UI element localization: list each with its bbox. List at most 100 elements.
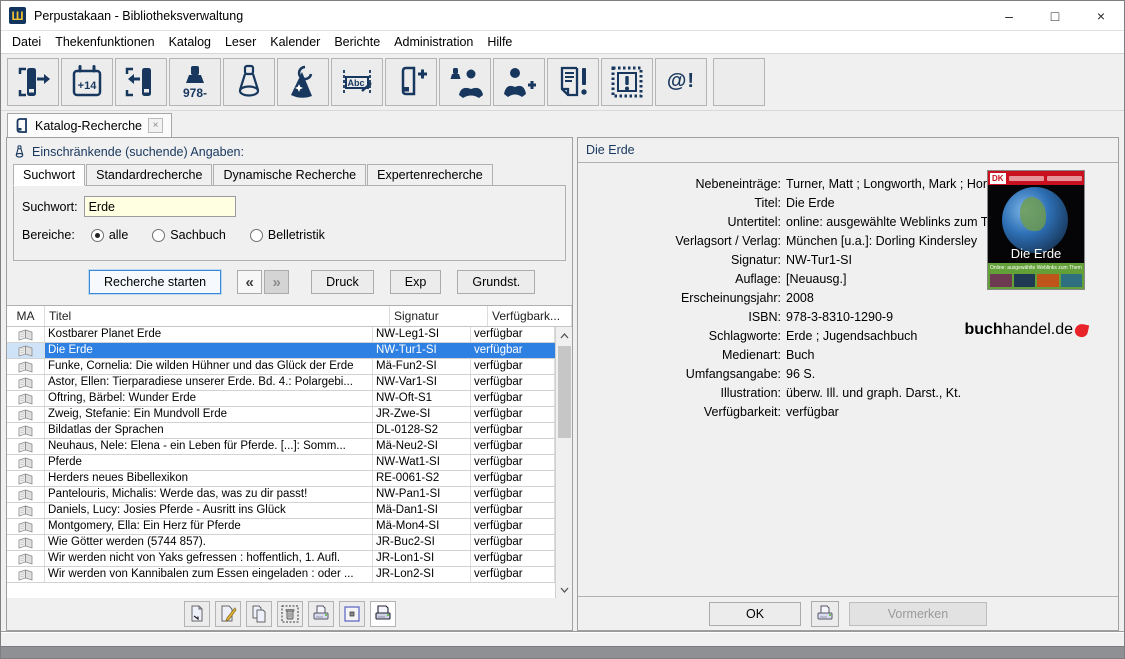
search-input[interactable] [84, 196, 236, 217]
media-alert-button[interactable] [547, 58, 599, 106]
ok-button[interactable]: OK [709, 602, 801, 626]
vertical-scrollbar[interactable] [555, 327, 572, 598]
frame-select-icon [343, 605, 361, 623]
subtab-dynamische-recherche[interactable]: Dynamische Recherche [213, 164, 366, 186]
close-button[interactable]: × [1078, 1, 1124, 31]
column-header-titel[interactable]: Titel [45, 306, 390, 326]
menu-thekenfunktionen[interactable]: Thekenfunktionen [48, 32, 161, 52]
table-row[interactable]: Kostbarer Planet Erde NW-Leg1-SI verfügb… [7, 327, 555, 343]
table-row[interactable]: Herders neues Bibellexikon RE-0061-S2 ve… [7, 471, 555, 487]
field-value: Die Erde [786, 194, 835, 213]
copy-record-button[interactable] [246, 601, 272, 627]
field-label: Erscheinungsjahr: [578, 289, 786, 308]
table-row[interactable]: Bildatlas der Sprachen DL-0128-S2 verfüg… [7, 423, 555, 439]
row-signatur: JR-Lon2-SI [373, 567, 471, 582]
field-value: überw. Ill. und graph. Darst., Kt. [786, 384, 961, 403]
column-header-signatur[interactable]: Signatur [390, 306, 488, 326]
print-record-button[interactable] [308, 601, 334, 627]
tab-close-icon[interactable]: × [148, 118, 163, 133]
scope-radio[interactable]: alle [91, 228, 128, 242]
add-reader-button[interactable] [493, 58, 545, 106]
subtab-expertenrecherche[interactable]: Expertenrecherche [367, 164, 493, 186]
table-row[interactable]: Wir werden nicht von Yaks gefressen : ho… [7, 551, 555, 567]
media-type-book-icon [7, 567, 45, 582]
row-status: verfügbar [471, 503, 555, 518]
column-header-verfuegbarkeit[interactable]: Verfügbark... [488, 306, 572, 326]
minimize-button[interactable]: – [986, 1, 1032, 31]
print-label-button[interactable] [370, 601, 396, 627]
scroll-down-icon[interactable] [556, 581, 573, 598]
next-page-button[interactable]: » [264, 270, 289, 294]
menu-leser[interactable]: Leser [218, 32, 263, 52]
row-title: Neuhaus, Nele: Elena - ein Leben für Pfe… [45, 439, 373, 454]
stamp-alert-icon [609, 64, 645, 100]
scope-radio[interactable]: Sachbuch [152, 228, 226, 242]
row-signatur: NW-Wat1-SI [373, 455, 471, 470]
menu-katalog[interactable]: Katalog [162, 32, 218, 52]
table-row[interactable]: Daniels, Lucy: Josies Pferde - Ausritt i… [7, 503, 555, 519]
scope-radio[interactable]: Belletristik [250, 228, 325, 242]
field-label: Umfangsangabe: [578, 365, 786, 384]
subtab-standardrecherche[interactable]: Standardrecherche [86, 164, 212, 186]
subtab-suchwort[interactable]: Suchwort [13, 164, 85, 186]
reset-button[interactable]: Grundst. [457, 270, 535, 294]
row-signatur: NW-Var1-SI [373, 375, 471, 390]
table-row[interactable]: Oftring, Bärbel: Wunder Erde NW-Oft-S1 v… [7, 391, 555, 407]
delete-record-button[interactable] [277, 601, 303, 627]
table-row[interactable]: Pferde NW-Wat1-SI verfügbar [7, 455, 555, 471]
search-group-title: Einschränkende (suchende) Angaben: [32, 145, 244, 159]
scanner-button[interactable] [223, 58, 275, 106]
wizard-button[interactable] [277, 58, 329, 106]
table-row[interactable]: Funke, Cornelia: Die wilden Hühner und d… [7, 359, 555, 375]
field-value: München [u.a.]: Dorling Kindersley [786, 232, 977, 251]
table-row[interactable]: Pantelouris, Michalis: Werde das, was zu… [7, 487, 555, 503]
blank-toolbar-button[interactable] [713, 58, 765, 106]
new-record-button[interactable] [184, 601, 210, 627]
menu-kalender[interactable]: Kalender [263, 32, 327, 52]
reserve-button[interactable]: Vormerken [849, 602, 987, 626]
menu-hilfe[interactable]: Hilfe [480, 32, 519, 52]
scrollbar-track[interactable] [556, 344, 573, 581]
menu-administration[interactable]: Administration [387, 32, 480, 52]
export-button[interactable]: Exp [390, 270, 442, 294]
row-title: Bildatlas der Sprachen [45, 423, 373, 438]
media-return-button[interactable] [115, 58, 167, 106]
prev-page-button[interactable]: « [237, 270, 262, 294]
frame-select-button[interactable] [339, 601, 365, 627]
isbn-scan-button[interactable]: 978- [169, 58, 221, 106]
table-row[interactable]: Astor, Ellen: Tierparadiese unserer Erde… [7, 375, 555, 391]
scroll-up-icon[interactable] [556, 327, 573, 344]
add-media-button[interactable] [385, 58, 437, 106]
table-row[interactable]: Die Erde NW-Tur1-SI verfügbar [7, 343, 555, 359]
row-title: Montgomery, Ella: Ein Herz für Pferde [45, 519, 373, 534]
table-row[interactable]: Neuhaus, Nele: Elena - ein Leben für Pfe… [7, 439, 555, 455]
cover-title: Die Erde [988, 246, 1084, 261]
table-row[interactable]: Wie Götter werden (5744 857). JR-Buc2-SI… [7, 535, 555, 551]
search-group-header: Einschränkende (suchende) Angaben: [7, 138, 572, 164]
tab-katalog-recherche[interactable]: Katalog-Recherche × [7, 113, 172, 137]
text-edit-button[interactable]: Abc [331, 58, 383, 106]
start-search-button[interactable]: Recherche starten [89, 270, 221, 294]
table-row[interactable]: Wir werden von Kannibalen zum Essen eing… [7, 567, 555, 583]
dk-logo: DK [990, 173, 1006, 184]
detail-field: Medienart: Buch [578, 346, 1118, 365]
maximize-button[interactable]: □ [1032, 1, 1078, 31]
edit-record-button[interactable] [215, 601, 241, 627]
buchhandel-logo[interactable]: buchhandel.de [964, 321, 1088, 339]
media-checkout-button[interactable] [7, 58, 59, 106]
reader-scan-button[interactable] [439, 58, 491, 106]
stamp-alert-button[interactable] [601, 58, 653, 106]
column-header-ma[interactable]: MA [7, 306, 45, 326]
row-status: verfügbar [471, 487, 555, 502]
print-results-button[interactable]: Druck [311, 270, 374, 294]
menu-berichte[interactable]: Berichte [327, 32, 387, 52]
menu-datei[interactable]: Datei [5, 32, 48, 52]
row-status: verfügbar [471, 567, 555, 582]
table-row[interactable]: Montgomery, Ella: Ein Herz für Pferde Mä… [7, 519, 555, 535]
email-alert-button[interactable]: @! [655, 58, 707, 106]
table-row[interactable]: Zweig, Stefanie: Ein Mundvoll Erde JR-Zw… [7, 407, 555, 423]
renew-loan-button[interactable]: +14 [61, 58, 113, 106]
new-record-icon [188, 605, 206, 623]
scrollbar-thumb[interactable] [558, 346, 571, 438]
print-detail-button[interactable] [811, 601, 839, 627]
